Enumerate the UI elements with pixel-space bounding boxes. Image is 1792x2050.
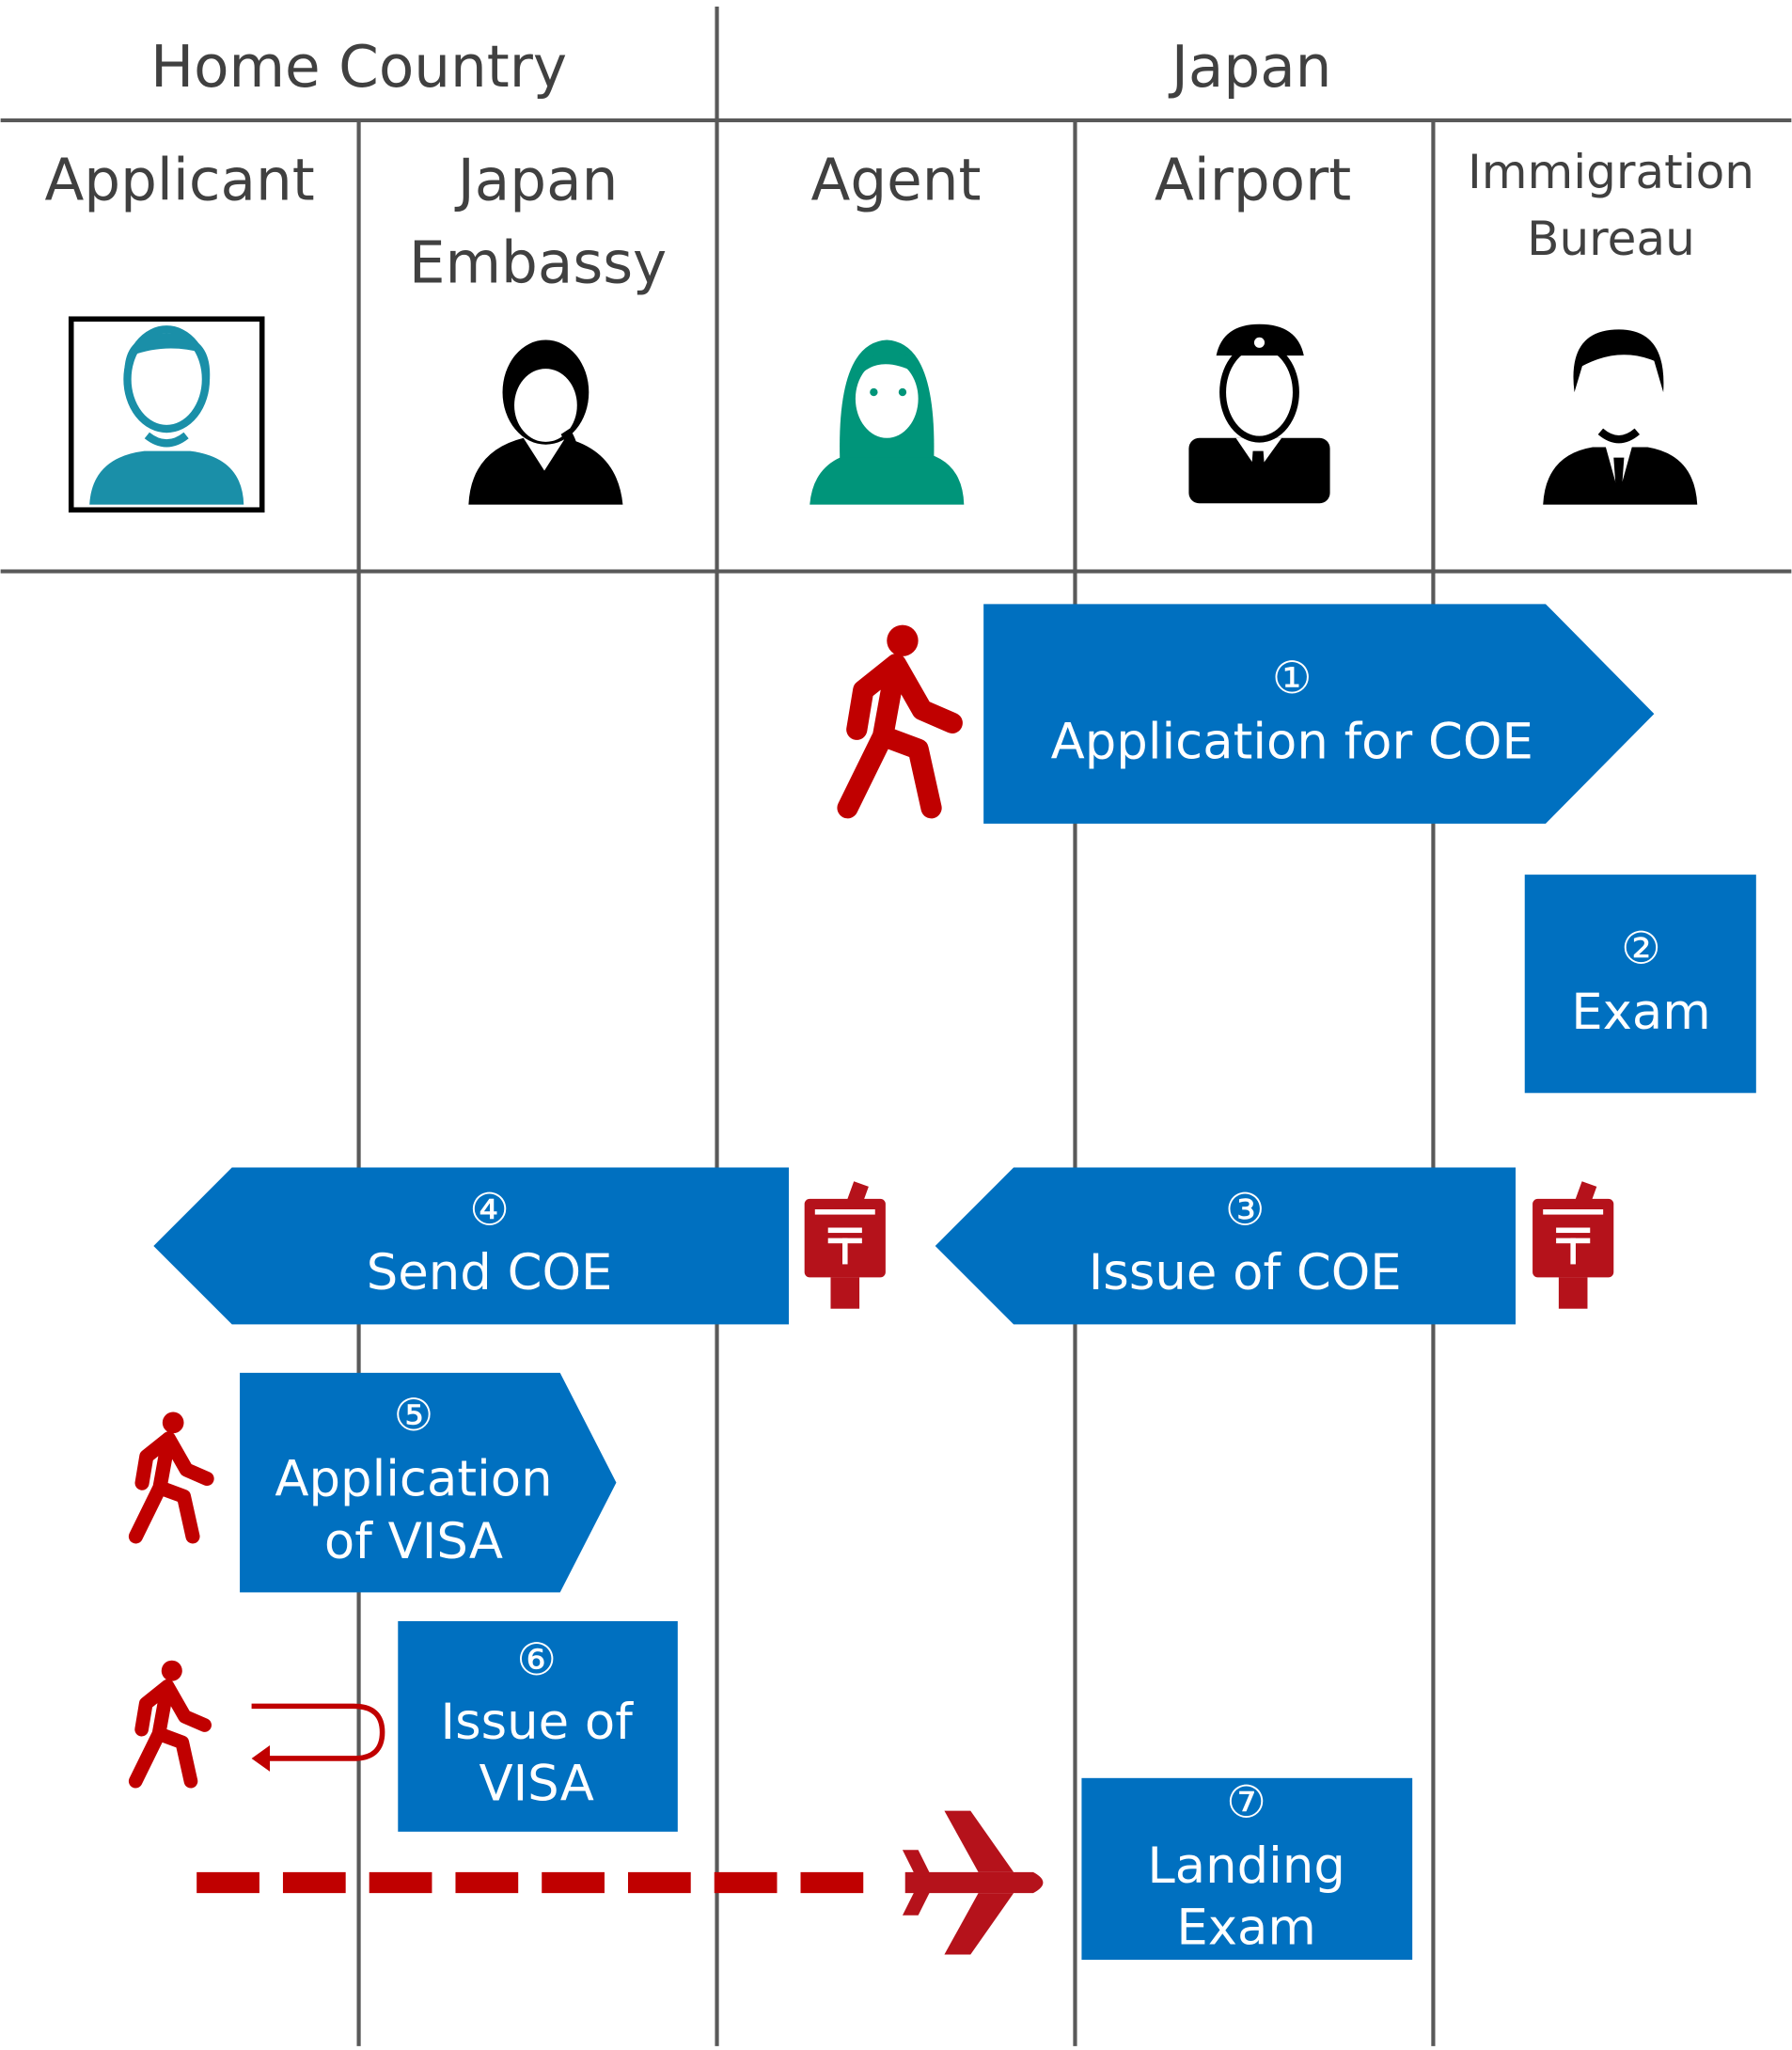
- step-label-line2: VISA: [479, 1755, 593, 1812]
- step-label-line1: Landing: [1147, 1837, 1345, 1895]
- mailbox-icon: [804, 1181, 886, 1309]
- step-label: Issue of COE: [1089, 1244, 1402, 1301]
- mailbox-icon: [1533, 1181, 1614, 1309]
- step-3-issue-of-coe: ③ Issue of COE: [935, 1167, 1517, 1325]
- step-number: ③: [1225, 1185, 1265, 1237]
- step-label-line2: Exam: [1176, 1899, 1315, 1956]
- airplane-icon: [902, 1810, 1044, 1955]
- header-japan: Japan: [1168, 34, 1332, 101]
- step-1-application-for-coe: ① Application for COE: [983, 604, 1655, 824]
- step-2-exam: ② Exam: [1524, 875, 1756, 1094]
- column-embassy-line2: Embassy: [409, 229, 667, 296]
- step-label-line2: of VISA: [324, 1513, 503, 1570]
- column-airport: Airport: [1155, 148, 1351, 214]
- return-arrow-icon: [251, 1703, 385, 1772]
- step-5-application-of-visa: ⑤ Application of VISA: [240, 1372, 617, 1593]
- column-immigration-line1: Immigration: [1468, 145, 1754, 199]
- walking-person-icon: [135, 1412, 207, 1537]
- column-applicant: Applicant: [44, 148, 314, 214]
- step-4-send-coe: ④ Send COE: [153, 1167, 789, 1325]
- step-number: ②: [1621, 923, 1660, 975]
- step-label-line1: Application: [275, 1451, 552, 1508]
- column-embassy-line1: Japan: [454, 148, 619, 214]
- step-label: Application for COE: [1051, 713, 1533, 770]
- visa-process-diagram: Home Country Japan Applicant Japan Embas…: [0, 6, 1792, 2046]
- step-number: ①: [1272, 653, 1312, 704]
- header-home-country: Home Country: [150, 34, 567, 101]
- agent-woman-icon: [810, 339, 965, 505]
- column-immigration-line2: Bureau: [1527, 212, 1695, 266]
- applicant-person-icon: [68, 316, 265, 512]
- column-agent: Agent: [810, 148, 981, 214]
- immigration-man-icon: [1543, 329, 1698, 505]
- walking-person-icon: [135, 1661, 204, 1781]
- step-7-landing-exam: ⑦ Landing Exam: [1081, 1777, 1413, 1961]
- airport-officer-icon: [1188, 323, 1330, 504]
- step-number: ⑥: [516, 1634, 556, 1686]
- step-label: Send COE: [367, 1244, 613, 1301]
- step-number: ⑤: [394, 1390, 433, 1442]
- step-6-issue-of-visa: ⑥ Issue of VISA: [398, 1620, 678, 1832]
- walking-person-icon: [848, 625, 952, 809]
- step-number: ⑦: [1226, 1777, 1265, 1829]
- step-label-line1: Issue of: [441, 1694, 635, 1751]
- embassy-woman-icon: [468, 339, 623, 505]
- step-label: Exam: [1571, 984, 1710, 1041]
- grid-lines: [0, 6, 1792, 2046]
- step-number: ④: [469, 1185, 509, 1237]
